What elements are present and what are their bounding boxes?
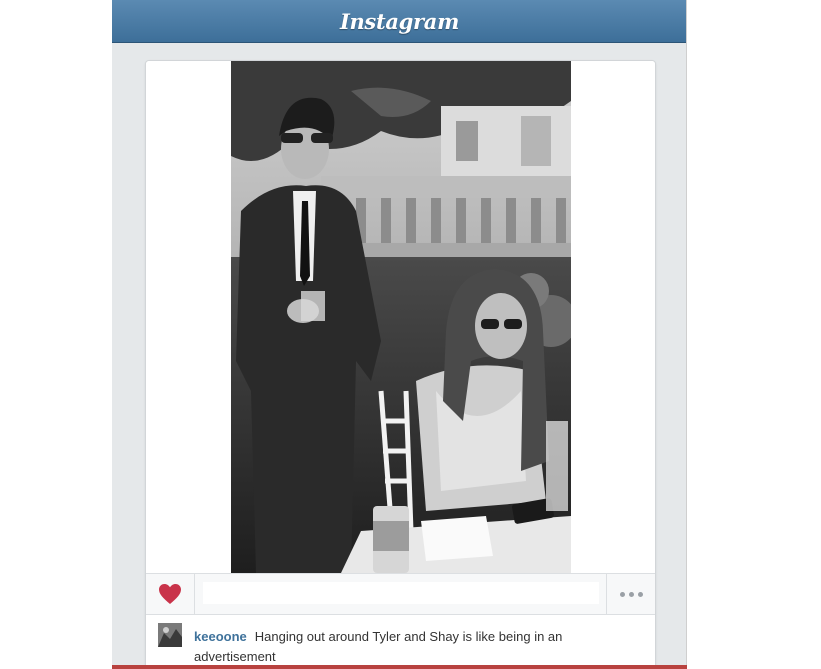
post-photo[interactable] [231, 61, 571, 573]
page-container: Instagram keeoone Hanging out around Tyl… [112, 0, 687, 669]
instagram-logo[interactable]: Instagram [340, 9, 459, 34]
more-options-button[interactable] [606, 574, 655, 614]
like-button[interactable] [146, 574, 195, 614]
photo-container [146, 61, 655, 573]
bottom-accent-bar [112, 665, 687, 669]
avatar[interactable] [158, 623, 182, 647]
divider-line [686, 0, 687, 669]
action-bar [146, 573, 655, 615]
ellipsis-icon [619, 591, 643, 597]
heart-icon [159, 584, 181, 604]
username-link[interactable]: keeoone [194, 629, 247, 644]
top-bar: Instagram [112, 0, 687, 43]
post-card: keeoone Hanging out around Tyler and Shay… [145, 60, 656, 669]
caption-body: Hanging out around Tyler and Shay is lik… [194, 629, 563, 664]
caption-text: keeoone Hanging out around Tyler and Shay… [194, 627, 614, 667]
likes-area [203, 582, 599, 604]
